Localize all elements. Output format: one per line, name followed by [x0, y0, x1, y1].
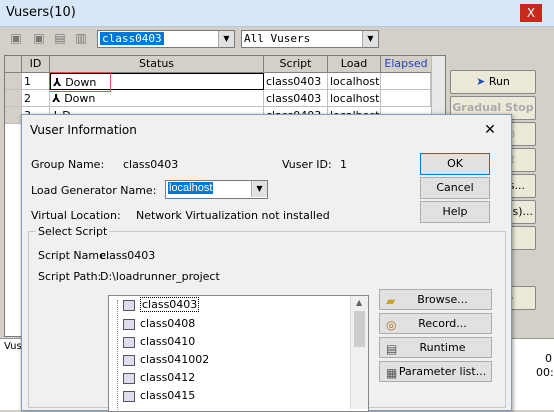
- row-header: [5, 107, 22, 124]
- vusers-title: Vusers(10): [6, 5, 76, 20]
- row-header-corner: [5, 56, 22, 73]
- status-text: Down: [64, 92, 96, 105]
- toolbar-icon-3[interactable]: ▤: [52, 30, 68, 46]
- toolbar-icon-2[interactable]: ▣: [31, 30, 47, 46]
- toolbar-icon-4[interactable]: ▥: [73, 30, 89, 46]
- cancel-button[interactable]: Cancel: [420, 177, 490, 199]
- parameter-list-label: Parameter list...: [398, 365, 487, 378]
- table-cell-id: 2: [22, 90, 50, 107]
- script-icon: [123, 336, 135, 348]
- vuser-id-label: Vuser ID:: [282, 158, 332, 171]
- vuser-information-dialog: Vuser Information ✕ Group Name: class040…: [21, 114, 512, 412]
- close-icon[interactable]: X: [520, 4, 542, 22]
- select-script-label: Select Script: [36, 225, 110, 238]
- group-filter-dropdown[interactable]: class0403 ▼: [97, 30, 235, 48]
- list-item-label: class0415: [140, 389, 196, 402]
- vuser-id-value: 1: [340, 158, 347, 171]
- gradual-stop-label: Gradual Stop: [452, 101, 534, 114]
- list-item-label: class0410: [140, 335, 196, 348]
- table-cell-loadgen: localhost: [328, 73, 381, 90]
- list-item[interactable]: class0412: [123, 369, 195, 387]
- record-label: Record...: [418, 317, 467, 330]
- browse-button[interactable]: ▰ Browse...: [379, 289, 492, 310]
- browse-label: Browse...: [417, 293, 468, 306]
- right-edge-text-1: 0: [545, 352, 552, 365]
- record-button[interactable]: ◎ Record...: [379, 313, 492, 334]
- ok-button[interactable]: OK: [420, 153, 490, 175]
- script-icon: [123, 354, 135, 366]
- chevron-down-icon: ▼: [251, 181, 267, 197]
- script-name-label: Script Name:: [38, 249, 110, 262]
- script-icon: [123, 390, 135, 402]
- list-item[interactable]: class0410: [123, 333, 195, 351]
- list-item[interactable]: class0408: [123, 315, 195, 333]
- script-name-value: class0403: [100, 249, 156, 262]
- list-item[interactable]: class041002: [123, 351, 209, 369]
- script-list[interactable]: class0403 class0408 class0410 class04100…: [108, 295, 369, 412]
- table-cell-elapsed: [381, 73, 431, 90]
- group-filter-value: class0403: [100, 32, 164, 45]
- script-path-label: Script Path:: [38, 270, 102, 283]
- scrollbar-thumb[interactable]: [354, 311, 365, 347]
- run-button[interactable]: ➤ Run: [450, 70, 536, 94]
- vuser-filter-dropdown[interactable]: All Vusers ▼: [241, 30, 379, 48]
- row-header: [5, 73, 22, 90]
- run-label: Run: [488, 75, 510, 88]
- virtual-location-label: Virtual Location:: [31, 209, 121, 222]
- script-icon: [123, 299, 135, 311]
- parameter-list-button[interactable]: ▦ Parameter list...: [379, 361, 492, 382]
- script-icon: [123, 372, 135, 384]
- list-item-label: class041002: [140, 353, 210, 366]
- table-cell-elapsed: [381, 90, 431, 107]
- list-item[interactable]: class0415: [123, 387, 195, 405]
- list-item[interactable]: class0403: [123, 296, 200, 314]
- vuser-down-icon: ⅄: [52, 92, 65, 105]
- group-name-label: Group Name:: [31, 158, 105, 171]
- table-cell-script: class0403: [264, 90, 328, 107]
- table-cell-status[interactable]: ⅄ Down: [50, 90, 264, 107]
- vusers-titlebar: Vusers(10) X: [0, 0, 554, 27]
- chevron-down-icon: ▼: [362, 31, 378, 47]
- load-gen-value: localhost: [168, 182, 214, 194]
- close-icon[interactable]: ✕: [480, 121, 500, 139]
- column-header-elapsed[interactable]: Elapsed Time: [381, 56, 432, 73]
- chevron-down-icon: ▼: [218, 31, 234, 47]
- toolbar-icon-1[interactable]: ▣: [8, 30, 24, 46]
- column-header-status[interactable]: Status: [50, 56, 264, 73]
- row-header: [5, 90, 22, 107]
- virtual-location-value: Network Virtualization not installed: [136, 209, 330, 222]
- runtime-settings-button[interactable]: ▤Runtime Settings...: [379, 337, 492, 373]
- list-scrollbar[interactable]: ▲: [350, 296, 368, 409]
- help-button[interactable]: Help: [420, 201, 490, 223]
- group-name-value: class0403: [123, 158, 179, 171]
- column-header-id[interactable]: ID: [22, 56, 50, 73]
- script-path-value: D:\loadrunner_project: [100, 270, 220, 283]
- load-gen-label: Load Generator Name:: [31, 184, 157, 197]
- right-edge-text-2: 00:0: [536, 366, 554, 379]
- list-item-label: class0412: [140, 371, 196, 384]
- script-icon: [123, 318, 135, 330]
- column-header-load-generator[interactable]: Load Generator: [328, 56, 381, 73]
- tree-line: [117, 300, 119, 410]
- column-header-script[interactable]: Script: [264, 56, 328, 73]
- run-icon: ➤: [476, 75, 489, 88]
- table-cell-loadgen: localhost: [328, 90, 381, 107]
- lower-panel-label: Vus: [4, 341, 22, 352]
- list-item-label: class0403: [140, 297, 200, 312]
- table-cell-script: class0403: [264, 73, 328, 90]
- dialog-title: Vuser Information: [30, 123, 137, 137]
- load-gen-dropdown[interactable]: localhost ▼: [165, 180, 268, 199]
- chevron-up-icon[interactable]: ▲: [356, 298, 362, 307]
- highlight-box: [49, 72, 111, 92]
- table-cell-id: 1: [22, 73, 50, 90]
- vuser-filter-value: All Vusers: [244, 32, 311, 45]
- list-item-label: class0408: [140, 317, 196, 330]
